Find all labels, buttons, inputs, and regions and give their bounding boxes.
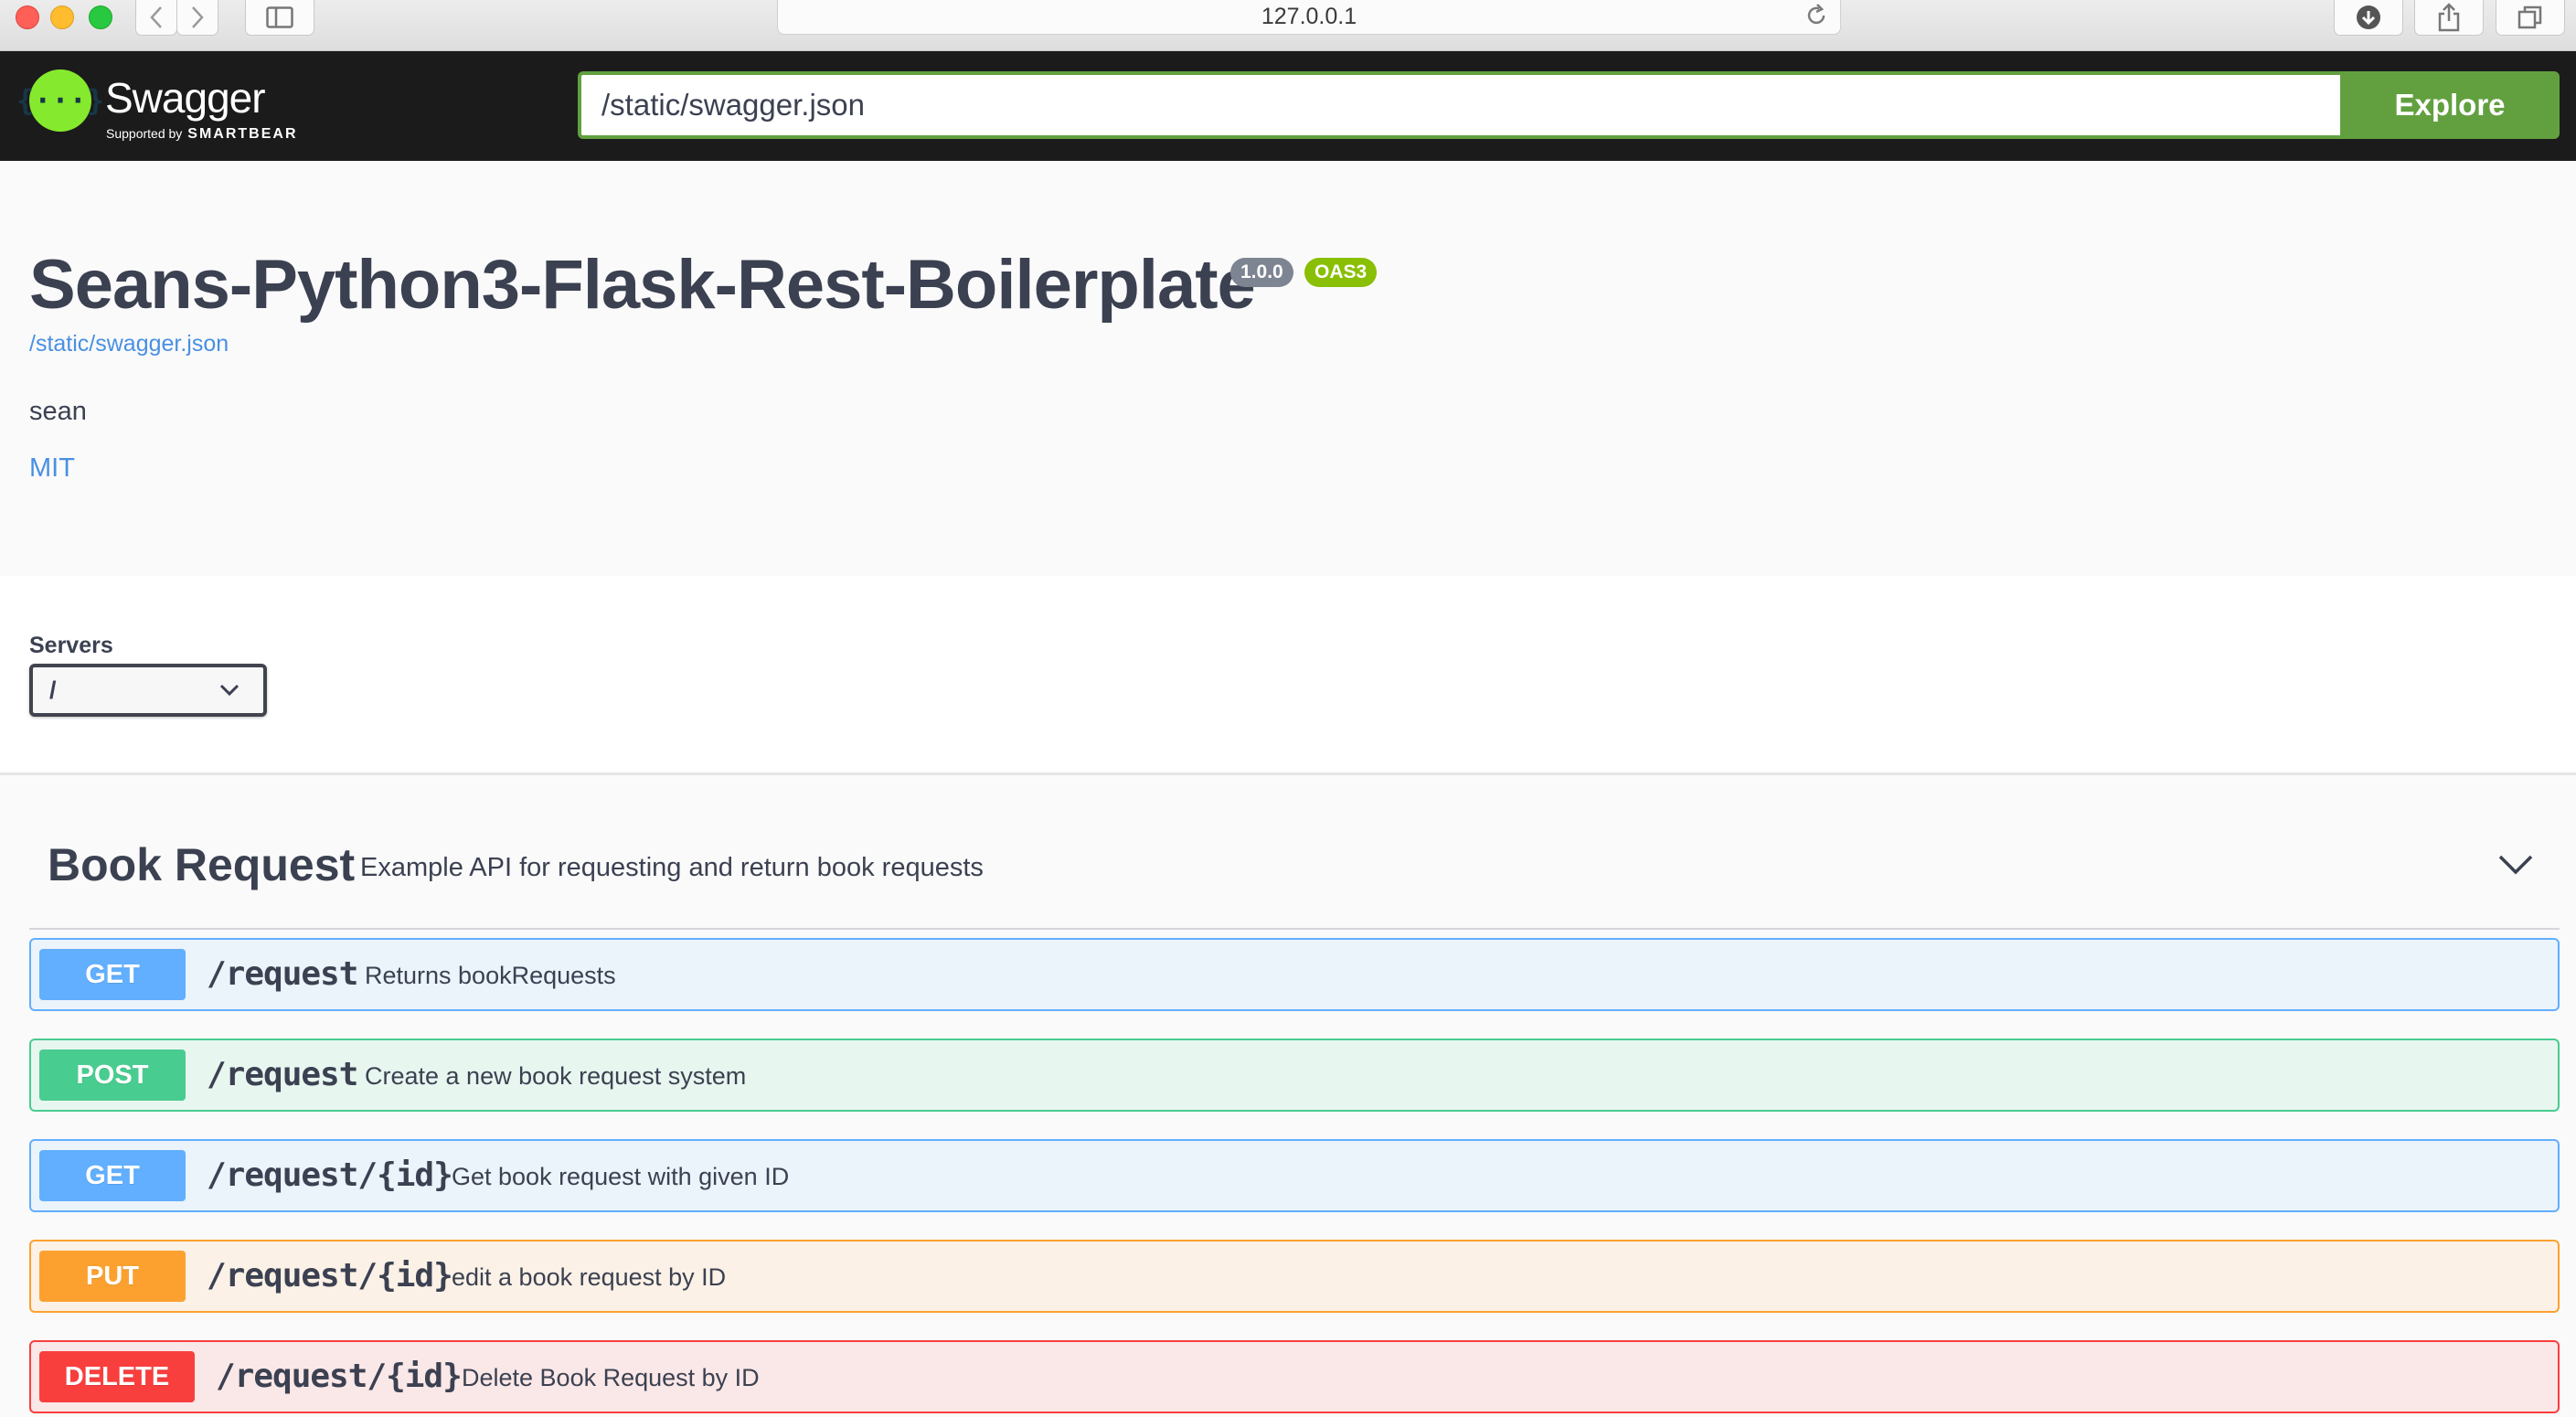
spec-url-link[interactable]: /static/swagger.json — [29, 331, 229, 357]
operation-path: /request — [207, 955, 358, 993]
operation-summary: edit a book request by ID — [452, 1263, 727, 1291]
tag-header-book-request[interactable]: Book Request Example API for requesting … — [29, 818, 2560, 930]
tag-name: Book Request — [48, 839, 356, 890]
operation-get-request[interactable]: GET /request Returns bookRequests — [29, 938, 2560, 1011]
method-badge: POST — [39, 1049, 186, 1101]
operation-path: /request — [207, 1056, 358, 1093]
tab-overview-button[interactable] — [2496, 0, 2565, 36]
supported-by-text: Supported by — [106, 126, 183, 141]
spec-url-form: Explore — [578, 71, 2560, 139]
swagger-topbar: {···} Swagger Supported by SMARTBEAR Expl… — [0, 51, 2576, 161]
sidebar-icon — [266, 6, 293, 28]
smartbear-text: SMARTBEAR — [187, 126, 298, 142]
method-badge: DELETE — [39, 1351, 195, 1402]
tabs-icon — [2517, 5, 2542, 29]
brand-name: Swagger — [105, 74, 266, 122]
operation-get-request-id[interactable]: GET /request/{id} Get book request with … — [29, 1139, 2560, 1212]
operation-summary: Get book request with given ID — [452, 1163, 790, 1190]
operation-path: /request/{id} — [216, 1358, 463, 1395]
explore-button[interactable]: Explore — [2340, 71, 2560, 139]
servers-select[interactable]: / — [29, 664, 267, 717]
back-button[interactable] — [135, 0, 177, 36]
zoom-window-button[interactable] — [89, 5, 112, 29]
chevron-right-icon — [192, 6, 204, 28]
minimize-window-button[interactable] — [50, 5, 74, 29]
address-text: 127.0.0.1 — [1261, 4, 1357, 29]
forward-button[interactable] — [176, 0, 218, 36]
chevron-down-icon[interactable] — [2497, 853, 2534, 877]
operation-summary: Delete Book Request by ID — [462, 1364, 760, 1391]
method-badge: PUT — [39, 1251, 186, 1302]
version-badge: 1.0.0 — [1230, 258, 1293, 287]
spec-url-input[interactable] — [578, 71, 2340, 139]
sidebar-toggle-button[interactable] — [245, 0, 314, 36]
share-button[interactable] — [2414, 0, 2484, 36]
operation-summary: Returns bookRequests — [365, 962, 616, 989]
operation-post-request[interactable]: POST /request Create a new book request … — [29, 1039, 2560, 1112]
operation-put-request-id[interactable]: PUT /request/{id} edit a book request by… — [29, 1240, 2560, 1313]
reload-icon[interactable] — [1804, 3, 1829, 28]
method-badge: GET — [39, 949, 186, 1000]
tag-description: Example API for requesting and return bo… — [360, 853, 984, 882]
operation-summary: Create a new book request system — [365, 1062, 747, 1090]
operation-delete-request-id[interactable]: DELETE /request/{id} Delete Book Request… — [29, 1340, 2560, 1413]
supported-by: Supported by SMARTBEAR — [106, 126, 298, 143]
downloads-button[interactable] — [2334, 0, 2403, 36]
servers-label: Servers — [29, 633, 113, 658]
chevron-left-icon — [150, 6, 162, 28]
swagger-logo-icon[interactable]: {···} — [16, 69, 104, 132]
share-icon — [2438, 3, 2460, 32]
oas-badge: OAS3 — [1304, 258, 1378, 287]
download-icon — [2357, 5, 2380, 29]
address-bar[interactable]: 127.0.0.1 — [777, 0, 1841, 35]
license-link[interactable]: MIT — [29, 453, 75, 484]
servers-selected-value: / — [49, 677, 57, 704]
browser-toolbar: 127.0.0.1 — [0, 0, 2576, 51]
method-badge: GET — [39, 1150, 186, 1201]
close-window-button[interactable] — [16, 5, 39, 29]
api-title: Seans-Python3-Flask-Rest-Boilerplate — [29, 246, 1256, 324]
operation-path: /request/{id} — [207, 1156, 453, 1194]
operation-path: /request/{id} — [207, 1257, 453, 1294]
servers-section: Servers / — [0, 576, 2576, 775]
contact-name: sean — [29, 397, 87, 426]
swagger-brand[interactable]: Swagger — [105, 73, 266, 123]
chevron-down-icon — [219, 684, 240, 697]
